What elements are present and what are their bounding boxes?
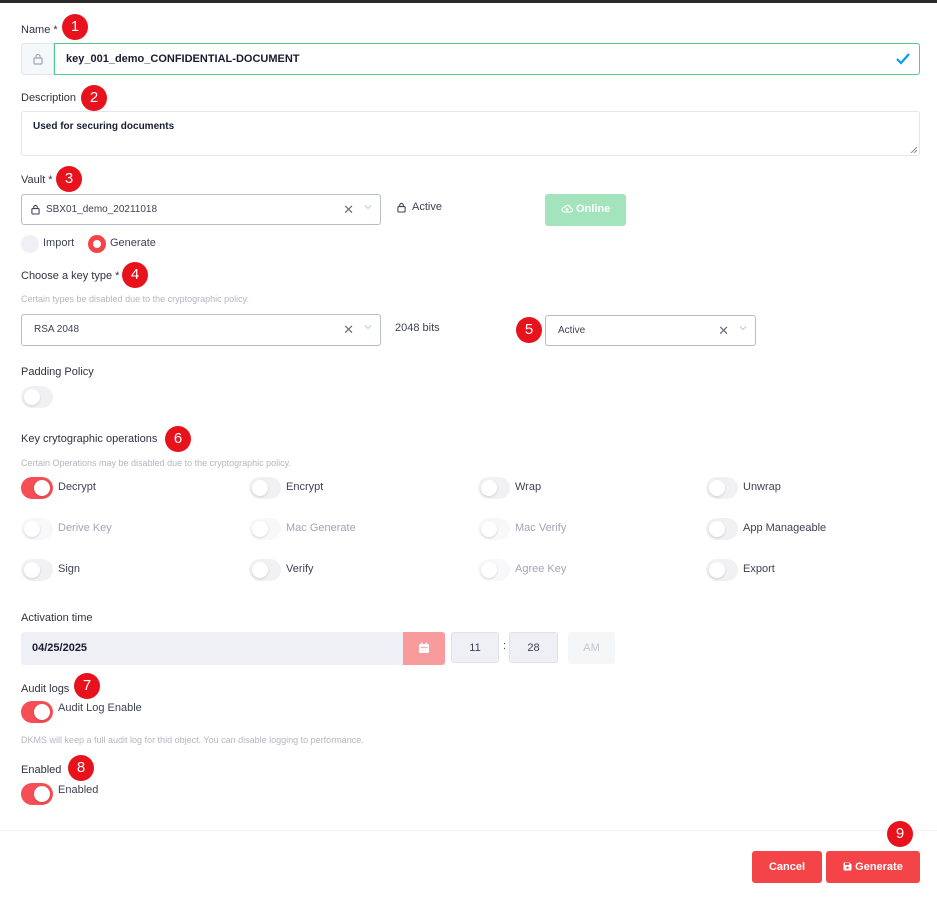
op-toggle-export[interactable]: [706, 559, 738, 581]
audit-toggle-label: Audit Log Enable: [58, 702, 142, 714]
padding-label: Padding Policy: [21, 366, 94, 378]
key-state-select[interactable]: Active ✕: [545, 315, 756, 346]
activation-date-value: 04/25/2025: [32, 642, 88, 654]
lock-addon: [21, 43, 54, 75]
minute-value: 28: [527, 642, 540, 654]
op-label-encrypt: Encrypt: [286, 481, 324, 493]
op-toggle-encrypt[interactable]: [249, 477, 281, 499]
lock-icon: [397, 202, 406, 213]
op-toggle-decrypt[interactable]: [21, 477, 53, 499]
online-button: Online: [545, 194, 626, 226]
description-label: Description: [21, 92, 77, 104]
footer-divider: [0, 830, 937, 831]
padding-toggle[interactable]: [21, 386, 53, 408]
online-label: Online: [576, 203, 611, 215]
vault-label: Vault *: [21, 174, 53, 186]
audit-label: Audit logs: [21, 683, 70, 695]
op-label-decrypt: Decrypt: [58, 481, 96, 493]
op-label-export: Export: [743, 563, 775, 575]
op-toggle-agree-key: [478, 559, 510, 581]
lock-icon: [31, 204, 40, 215]
op-toggle-wrap[interactable]: [478, 477, 510, 499]
cloud-icon: [561, 204, 573, 213]
name-value: key_001_demo_CONFIDENTIAL-DOCUMENT: [66, 53, 300, 65]
op-label-verify: Verify: [286, 563, 314, 575]
enabled-label: Enabled: [21, 764, 62, 776]
generate-label: Generate: [855, 861, 903, 873]
op-label-app-manageable: App Manageable: [743, 522, 827, 534]
hour-input[interactable]: 11: [451, 632, 499, 663]
op-label-agree-key: Agree Key: [515, 563, 567, 575]
op-toggle-mac-verify: [478, 518, 510, 540]
activation-date-input[interactable]: 04/25/2025: [21, 632, 403, 665]
chevron-down-icon[interactable]: [364, 203, 372, 211]
audit-hint: DKMS will keep a full audit log for thid…: [21, 735, 364, 745]
hour-value: 11: [469, 642, 481, 654]
op-toggle-verify[interactable]: [249, 559, 281, 581]
op-toggle-mac-generate: [249, 518, 281, 540]
import-label: Import: [43, 237, 75, 249]
op-toggle-app-manageable[interactable]: [706, 518, 738, 540]
badge-6: 6: [165, 426, 191, 452]
vault-value: SBX01_demo_20211018: [46, 204, 158, 215]
op-toggle-unwrap[interactable]: [706, 477, 738, 499]
vault-status: Active: [412, 201, 442, 213]
op-toggle-derive-key: [21, 518, 53, 540]
lock-icon: [33, 53, 43, 65]
clear-icon[interactable]: ✕: [718, 323, 729, 339]
badge-7: 7: [74, 673, 100, 699]
resize-handle-icon[interactable]: [910, 146, 917, 153]
op-label-wrap: Wrap: [515, 481, 542, 493]
key-type-hint: Certain types be disabled due to the cry…: [21, 294, 249, 304]
badge-9: 9: [887, 821, 913, 847]
badge-1: 1: [62, 14, 88, 40]
cancel-label: Cancel: [768, 861, 806, 873]
key-type-select[interactable]: RSA 2048 ✕: [21, 314, 381, 346]
check-icon: [896, 53, 910, 65]
calendar-button[interactable]: [403, 632, 445, 665]
chevron-down-icon[interactable]: [364, 323, 372, 331]
generate-button[interactable]: Generate: [826, 851, 920, 883]
enabled-toggle[interactable]: [21, 783, 53, 805]
activation-label: Activation time: [21, 612, 93, 624]
ampm-value: AM: [583, 642, 600, 654]
operations-hint: Certain Operations may be disabled due t…: [21, 458, 291, 468]
name-label: Name *: [21, 24, 58, 36]
badge-5: 5: [516, 317, 542, 343]
description-textarea[interactable]: Used for securing documents: [21, 111, 920, 156]
cancel-button[interactable]: Cancel: [752, 851, 822, 883]
name-input[interactable]: key_001_demo_CONFIDENTIAL-DOCUMENT: [54, 43, 920, 75]
top-border: [0, 0, 937, 3]
audit-toggle[interactable]: [21, 701, 53, 723]
key-type-value: RSA 2048: [34, 324, 80, 335]
time-separator: :: [503, 640, 507, 652]
operations-label: Key crytographic operations: [21, 433, 158, 445]
import-radio[interactable]: [21, 235, 39, 253]
enabled-toggle-label: Enabled: [58, 784, 99, 796]
key-state-value: Active: [558, 325, 586, 336]
generate-radio[interactable]: [88, 235, 106, 253]
minute-input[interactable]: 28: [509, 632, 558, 663]
key-bits: 2048 bits: [395, 322, 440, 334]
chevron-down-icon[interactable]: [739, 324, 747, 332]
op-label-sign: Sign: [58, 563, 81, 575]
op-label-mac-generate: Mac Generate: [286, 522, 356, 534]
key-type-label: Choose a key type *: [21, 270, 120, 282]
badge-2: 2: [81, 85, 107, 111]
op-label-mac-verify: Mac Verify: [515, 522, 567, 534]
badge-4: 4: [122, 262, 148, 288]
clear-icon[interactable]: ✕: [343, 322, 354, 338]
ampm-button[interactable]: AM: [568, 632, 615, 664]
op-toggle-sign[interactable]: [21, 559, 53, 581]
clear-icon[interactable]: ✕: [343, 202, 354, 218]
save-icon: [843, 862, 852, 871]
generate-radio-label: Generate: [110, 237, 156, 249]
vault-select[interactable]: SBX01_demo_20211018 ✕: [21, 194, 381, 225]
op-label-unwrap: Unwrap: [743, 481, 781, 493]
description-value: Used for securing documents: [33, 121, 175, 132]
badge-3: 3: [56, 166, 82, 192]
calendar-icon: [419, 642, 429, 653]
badge-8: 8: [68, 755, 94, 781]
op-label-derive-key: Derive Key: [58, 522, 112, 534]
